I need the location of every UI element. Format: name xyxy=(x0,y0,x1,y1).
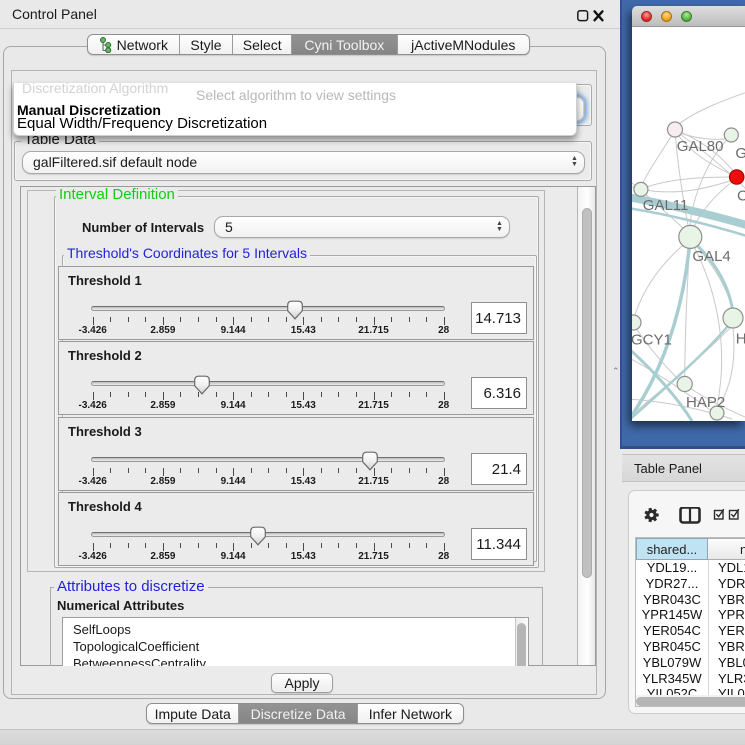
svg-text:GAL11: GAL11 xyxy=(643,197,689,214)
svg-text:H: H xyxy=(736,330,745,347)
svg-text:GA: GA xyxy=(735,145,745,162)
svg-text:GCY1: GCY1 xyxy=(632,332,672,349)
svg-text:GAL4: GAL4 xyxy=(692,248,730,265)
svg-text:HAP2: HAP2 xyxy=(686,394,725,411)
svg-text:C: C xyxy=(737,188,745,205)
svg-text:GAL80: GAL80 xyxy=(677,138,724,155)
